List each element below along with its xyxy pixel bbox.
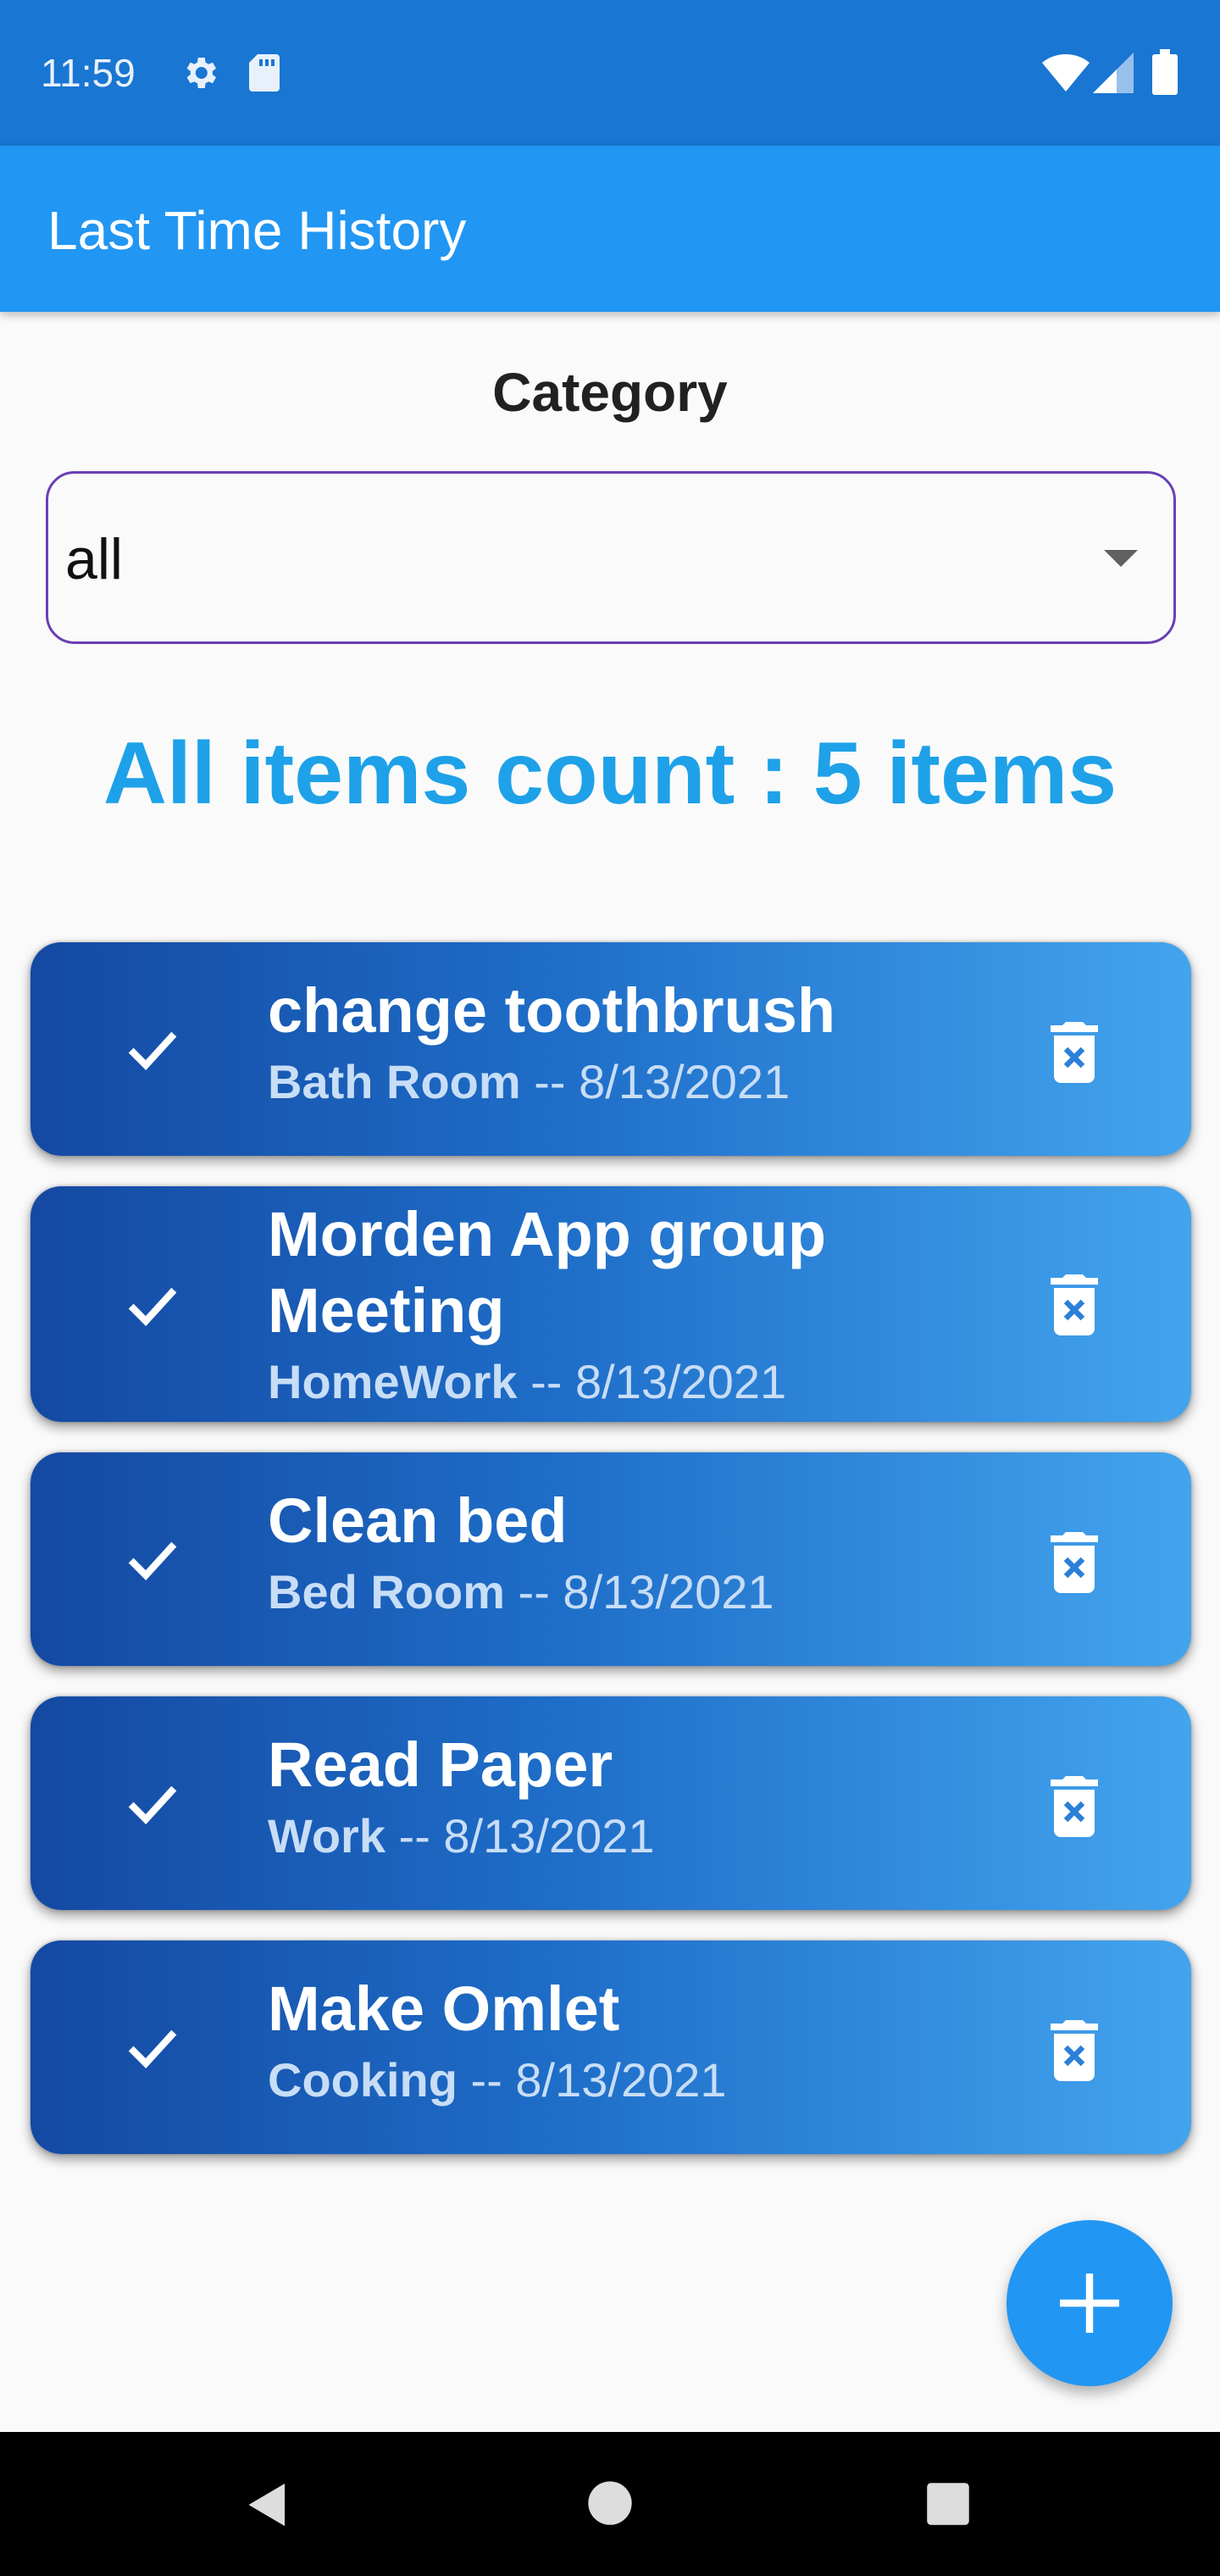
item-title: Morden App group Meeting: [268, 1196, 826, 1349]
recents-icon[interactable]: [925, 2481, 971, 2527]
item-title-line: Clean bed: [268, 1485, 568, 1556]
item-title: change toothbrush: [268, 973, 835, 1049]
items-count-text: All items count : 5 items: [103, 724, 1117, 823]
sd-card-icon: [249, 54, 280, 92]
item-category: HomeWork: [268, 1355, 518, 1408]
item-category: Bath Room: [268, 1055, 521, 1108]
check-icon[interactable]: [120, 1017, 185, 1081]
plus-icon: [1060, 2273, 1119, 2333]
history-item[interactable]: Clean bed Bed Room -- 8/13/2021: [30, 1452, 1191, 1666]
item-title-line: change toothbrush: [268, 975, 836, 1046]
item-date: 8/13/2021: [515, 2053, 727, 2107]
dropdown-arrow-icon: [1104, 550, 1138, 567]
status-time: 11:59: [41, 51, 136, 95]
trash-icon[interactable]: [1051, 1022, 1098, 1083]
item-title: Make Omlet: [268, 1971, 619, 2047]
app-bar: Last Time History: [0, 146, 1220, 312]
item-title: Clean bed: [268, 1483, 568, 1559]
item-separator: --: [505, 1565, 563, 1618]
trash-icon[interactable]: [1051, 1532, 1098, 1593]
item-date: 8/13/2021: [563, 1565, 774, 1618]
signal-icon: [1093, 53, 1134, 93]
wifi-icon: [1042, 53, 1090, 92]
check-icon[interactable]: [120, 2015, 185, 2079]
app-title: Last Time History: [47, 200, 467, 261]
item-date: 8/13/2021: [579, 1055, 790, 1108]
check-icon[interactable]: [120, 1771, 185, 1835]
back-icon[interactable]: [242, 2479, 293, 2530]
item-subtitle: Work -- 8/13/2021: [268, 1807, 655, 1866]
check-icon[interactable]: [120, 1527, 185, 1591]
category-dropdown[interactable]: all: [46, 471, 1176, 644]
history-item[interactable]: Morden App group Meeting HomeWork -- 8/1…: [30, 1186, 1191, 1422]
item-title-line: Read Paper: [268, 1729, 613, 1800]
item-subtitle: Cooking -- 8/13/2021: [268, 2051, 727, 2110]
add-item-button[interactable]: [1006, 2220, 1173, 2386]
item-separator: --: [517, 1355, 575, 1408]
history-item[interactable]: Read Paper Work -- 8/13/2021: [30, 1696, 1191, 1910]
item-date: 8/13/2021: [575, 1355, 787, 1408]
home-icon[interactable]: [586, 2479, 634, 2527]
category-label: Category: [492, 362, 728, 423]
item-separator: --: [457, 2053, 516, 2107]
navigation-bar: [0, 2432, 1220, 2576]
item-title: Read Paper: [268, 1727, 613, 1803]
history-item[interactable]: change toothbrush Bath Room -- 8/13/2021: [30, 942, 1191, 1156]
status-bar: 11:59: [0, 0, 1220, 146]
item-separator: --: [520, 1055, 580, 1108]
item-title-line: Make Omlet: [268, 1974, 620, 2044]
check-icon[interactable]: [120, 1273, 185, 1337]
trash-icon[interactable]: [1051, 2020, 1098, 2081]
item-category: Work: [268, 1809, 385, 1863]
item-title-line: Meeting: [268, 1275, 505, 1346]
gear-icon: [186, 58, 216, 88]
item-category: Bed Room: [268, 1565, 505, 1618]
battery-icon: [1152, 49, 1178, 95]
item-subtitle: Bath Room -- 8/13/2021: [268, 1052, 790, 1112]
item-date: 8/13/2021: [443, 1809, 655, 1863]
category-dropdown-value: all: [65, 527, 124, 591]
item-title-line: Morden App group: [268, 1199, 827, 1269]
item-subtitle: Bed Room -- 8/13/2021: [268, 1563, 774, 1622]
item-subtitle: HomeWork -- 8/13/2021: [268, 1352, 786, 1412]
item-category: Cooking: [268, 2053, 458, 2107]
item-separator: --: [385, 1809, 444, 1863]
history-item[interactable]: Make Omlet Cooking -- 8/13/2021: [30, 1940, 1191, 2154]
trash-icon[interactable]: [1051, 1776, 1098, 1837]
trash-icon[interactable]: [1051, 1274, 1098, 1335]
